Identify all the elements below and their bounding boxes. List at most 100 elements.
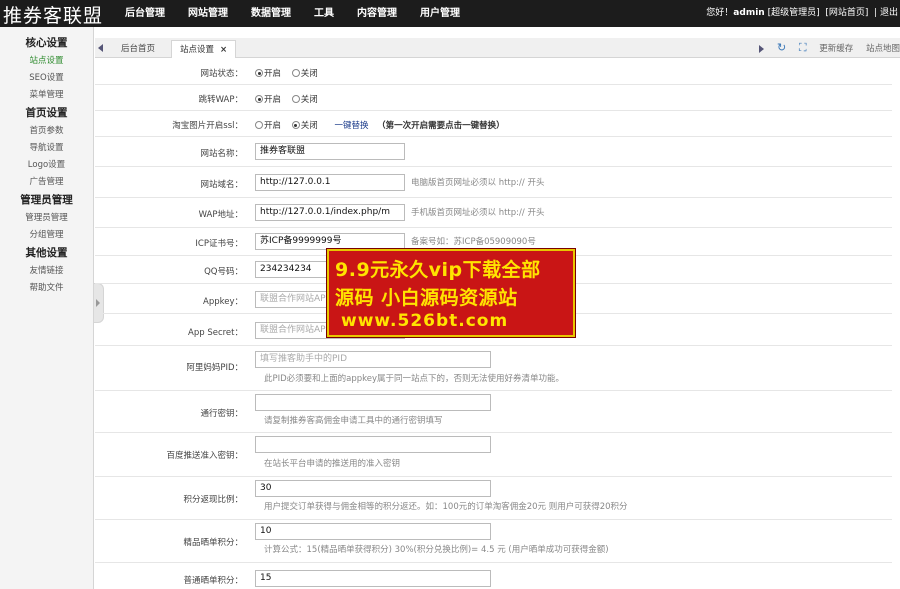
top-bar: 推券客联盟 后台管理 网站管理 数据管理 工具 内容管理 用户管理 您好！adm… (0, 0, 900, 27)
main-nav: 后台管理 网站管理 数据管理 工具 内容管理 用户管理 (125, 0, 483, 27)
row-normal-points: 普通晒单积分： 15 (95, 563, 892, 589)
radio-wap-off[interactable]: 关闭 (291, 95, 318, 105)
row-site-status: 网站状态： 开启 关闭 (95, 58, 892, 85)
row-pid: 阿里妈妈PID： 填写推客助手中的PID 此PID必须要和上面的appkey属于… (95, 346, 892, 391)
normal-points-input[interactable]: 15 (255, 570, 491, 587)
nav-content[interactable]: 内容管理 (357, 0, 397, 27)
label-wap-url: WAP地址： (198, 210, 243, 220)
tab-site-settings[interactable]: 站点设置 × (171, 40, 237, 58)
radio-site-status-on[interactable]: 开启 (255, 69, 281, 79)
nav-site[interactable]: 网站管理 (188, 0, 228, 27)
row-site-name: 网站名称： 推券客联盟 (95, 137, 892, 167)
sidebar-item-help[interactable]: 帮助文件 (0, 280, 93, 297)
general-key-note: 请复制推券客高佣金申请工具中的通行密钥填写 (264, 416, 443, 426)
label-site-status: 网站状态： (200, 69, 243, 79)
watermark-banner: 9.9元永久vip下载全部 源码 小白源码资源站 www.526bt.com (327, 249, 575, 337)
sidebar-group-other: 其他设置 (25, 247, 68, 259)
sidebar-item-groups[interactable]: 分组管理 (0, 227, 93, 244)
radio-ssl-on[interactable]: 开启 (255, 121, 281, 131)
label-qq: QQ号码： (204, 267, 243, 277)
sidebar-item-home-params[interactable]: 首页参数 (0, 123, 93, 140)
refresh-icon[interactable]: ↻ (777, 38, 786, 58)
sidebar-group-core: 核心设置 (25, 37, 68, 49)
one-click-replace-link[interactable]: 一键替换 (334, 121, 368, 131)
watermark-line-2: 源码 小白源码资源站 (335, 287, 518, 309)
radio-wap-on[interactable]: 开启 (255, 95, 281, 105)
row-domain: 网站域名： http://127.0.0.1 电脑版首页网址必须以 http://… (95, 167, 892, 198)
fullscreen-icon[interactable]: ⛶ (799, 38, 807, 58)
ssl-note: （第一次开启需要点击一键替换） (377, 121, 505, 131)
sidebar-item-admins[interactable]: 管理员管理 (0, 210, 93, 227)
app-logo[interactable]: 推券客联盟 (3, 1, 103, 28)
pid-note: 此PID必须要和上面的appkey属于同一站点下的，否则无法使用好券清单功能。 (264, 374, 565, 384)
general-key-input[interactable] (255, 394, 491, 411)
premium-points-note: 计算公式：15(精品晒单获得积分) 30%(积分兑换比例)= 4.5 元 (用户… (264, 545, 609, 555)
sidebar-item-nav-settings[interactable]: 导航设置 (0, 140, 93, 157)
username: admin (733, 8, 765, 18)
tab-scroll-left-icon[interactable] (98, 44, 103, 52)
sidebar-item-ads[interactable]: 广告管理 (0, 174, 93, 191)
nav-tools[interactable]: 工具 (314, 0, 334, 27)
wap-url-input[interactable]: http://127.0.0.1/index.php/m (255, 204, 405, 221)
update-cache-link[interactable]: 更新缓存 (819, 44, 853, 54)
row-taobao-ssl: 淘宝图片开启ssl： 开启 关闭 一键替换 （第一次开启需要点击一键替换） (95, 111, 892, 137)
row-points-ratio: 积分返现比例： 30 用户提交订单获得与佣金相等的积分返还。如：100元的订单淘… (95, 477, 892, 520)
row-wap-redirect: 跳转WAP： 开启 关闭 (95, 85, 892, 111)
label-pid: 阿里妈妈PID： (186, 363, 243, 373)
sidebar-item-friend-links[interactable]: 友情链接 (0, 263, 93, 280)
watermark-line-3: www.526bt.com (341, 311, 509, 331)
label-icp: ICP证书号： (195, 239, 243, 249)
icp-input[interactable]: 苏ICP备9999999号 (255, 233, 405, 250)
points-ratio-input[interactable]: 30 (255, 480, 491, 497)
tab-tools: ↻ ⛶ 更新缓存 站点地图 (759, 38, 900, 58)
tab-site-settings-label: 站点设置 (180, 45, 215, 55)
label-site-name: 网站名称： (200, 149, 243, 159)
sidebar-item-seo[interactable]: SEO设置 (0, 70, 93, 87)
label-premium-points: 精品晒单积分： (183, 538, 243, 548)
logout-link[interactable]: | 退出 (874, 8, 898, 18)
sidebar-item-site-settings[interactable]: 站点设置 (0, 53, 93, 70)
site-map-link[interactable]: 站点地图 (866, 44, 900, 54)
tab-bar: 后台首页 站点设置 × ↻ ⛶ 更新缓存 站点地图 (95, 38, 900, 58)
sidebar-group-home: 首页设置 (25, 107, 68, 119)
site-home-link[interactable]: [网站首页] (825, 8, 868, 18)
sidebar-group-admin: 管理员管理 (20, 194, 73, 206)
sidebar: 核心设置 站点设置 SEO设置 菜单管理 首页设置 首页参数 导航设置 Logo… (0, 27, 94, 589)
tab-scroll-right-icon[interactable] (759, 44, 765, 53)
label-taobao-ssl: 淘宝图片开启ssl： (172, 121, 243, 131)
row-wap-url: WAP地址： http://127.0.0.1/index.php/m 手机版首页… (95, 198, 892, 228)
label-general-key: 通行密钥： (200, 409, 243, 419)
nav-data[interactable]: 数据管理 (251, 0, 291, 27)
nav-users[interactable]: 用户管理 (420, 0, 460, 27)
domain-hint: 电脑版首页网址必须以 http:// 开头 (411, 178, 545, 188)
label-domain: 网站域名： (200, 180, 243, 190)
close-icon[interactable]: × (220, 45, 227, 55)
sidebar-item-menu[interactable]: 菜单管理 (0, 87, 93, 104)
user-info: 您好！admin [超级管理员] [网站首页] | 退出 (706, 0, 898, 27)
label-normal-points: 普通晒单积分： (183, 576, 243, 586)
greeting: 您好！ (706, 8, 734, 18)
row-general-key: 通行密钥： 请复制推券客高佣金申请工具中的通行密钥填写 (95, 391, 892, 433)
radio-site-status-off[interactable]: 关闭 (291, 69, 318, 79)
tab-home[interactable]: 后台首页 (113, 40, 163, 58)
icp-hint: 备案号如：苏ICP备05909090号 (411, 237, 536, 247)
pid-input[interactable]: 填写推客助手中的PID (255, 351, 491, 368)
label-appkey: Appkey： (203, 297, 243, 307)
points-ratio-note: 用户提交订单获得与佣金相等的积分返还。如：100元的订单淘客佣金20元 则用户可… (264, 502, 628, 512)
user-role: [超级管理员] (767, 8, 820, 18)
sidebar-item-logo[interactable]: Logo设置 (0, 157, 93, 174)
site-name-input[interactable]: 推券客联盟 (255, 143, 405, 160)
row-premium-points: 精品晒单积分： 10 计算公式：15(精品晒单获得积分) 30%(积分兑换比例)… (95, 520, 892, 563)
label-baidu-key: 百度推送准入密钥： (166, 451, 243, 461)
baidu-key-input[interactable] (255, 436, 491, 453)
baidu-key-note: 在站长平台申请的推送用的准入密钥 (264, 459, 401, 469)
premium-points-input[interactable]: 10 (255, 523, 491, 540)
domain-input[interactable]: http://127.0.0.1 (255, 174, 405, 191)
wap-url-hint: 手机版首页网址必须以 http:// 开头 (411, 208, 545, 218)
nav-backend[interactable]: 后台管理 (125, 0, 165, 27)
row-baidu-key: 百度推送准入密钥： 在站长平台申请的推送用的准入密钥 (95, 433, 892, 477)
label-wap-redirect: 跳转WAP： (198, 95, 243, 105)
radio-ssl-off[interactable]: 关闭 (291, 121, 318, 131)
label-points-ratio: 积分返现比例： (183, 495, 243, 505)
watermark-line-1: 9.9元永久vip下载全部 (335, 259, 541, 281)
